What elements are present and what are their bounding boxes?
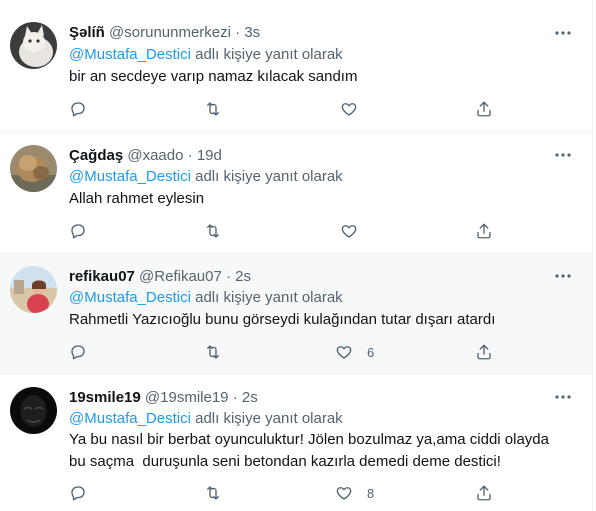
tweet-header: 19smile19 @19smile19 · 2s	[69, 389, 258, 407]
tweet-text: Ya bu nasıl bir berbat oyunculuktur! Jöl…	[69, 431, 554, 470]
tweet-header: Çağdaş @xaado · 19d	[69, 147, 222, 165]
share-button[interactable]	[475, 342, 493, 362]
reply-icon	[71, 224, 85, 239]
retweet-button[interactable]	[204, 342, 222, 362]
tweet-header: refikau07 @Refikau07 · 2s	[69, 268, 251, 286]
reply-context-text: adlı kişiye yanıt olarak	[190, 410, 343, 427]
user-handle[interactable]: @19smile19	[145, 389, 229, 406]
avatar[interactable]	[10, 145, 57, 192]
share-icon	[477, 344, 491, 360]
share-icon	[477, 223, 491, 239]
more-horizontal-icon	[555, 153, 571, 157]
retweet-icon	[207, 486, 219, 500]
retweet-button[interactable]	[204, 483, 222, 503]
reply-button[interactable]	[69, 99, 87, 119]
display-name[interactable]: Çağdaş	[69, 147, 123, 164]
more-horizontal-icon	[555, 274, 571, 278]
tweet-actions: 6	[69, 342, 499, 362]
retweet-icon	[207, 224, 219, 238]
reply-mention-link[interactable]: @Mustafa_Destici	[69, 410, 191, 427]
avatar[interactable]	[10, 387, 57, 434]
more-options-button[interactable]	[554, 267, 572, 285]
separator-dot: ·	[187, 147, 193, 164]
tweet-text: bir an secdeye varıp namaz kılacak sandı…	[69, 68, 358, 85]
timestamp[interactable]: 2s	[242, 389, 258, 406]
reply-button[interactable]	[69, 483, 87, 503]
reply-mention-link[interactable]: @Mustafa_Destici	[69, 289, 191, 306]
more-options-button[interactable]	[554, 146, 572, 164]
share-button[interactable]	[475, 99, 493, 119]
user-handle[interactable]: @xaado	[127, 147, 183, 164]
separator-dot: ·	[235, 24, 241, 41]
tweet[interactable]: Şəlíñ @sorununmerkezi · 3s @Mustafa_Dest…	[0, 0, 592, 132]
reply-mention-link[interactable]: @Mustafa_Destici	[69, 168, 191, 185]
heart-icon	[341, 103, 357, 116]
timestamp[interactable]: 2s	[235, 268, 251, 285]
retweet-button[interactable]	[204, 99, 222, 119]
more-options-button[interactable]	[554, 388, 572, 406]
more-horizontal-icon	[555, 31, 571, 35]
like-button[interactable]	[340, 221, 372, 241]
retweet-button[interactable]	[204, 221, 222, 241]
reply-context: @Mustafa_Destici adlı kişiye yanıt olara…	[69, 168, 343, 186]
reply-context: @Mustafa_Destici adlı kişiye yanıt olara…	[69, 46, 343, 64]
share-icon	[477, 101, 491, 117]
retweet-icon	[207, 102, 219, 116]
tweet-actions	[69, 99, 499, 119]
user-handle[interactable]: @Refikau07	[139, 268, 222, 285]
like-button[interactable]	[340, 99, 372, 119]
timestamp[interactable]: 3s	[244, 24, 260, 41]
reply-context-text: adlı kişiye yanıt olarak	[190, 46, 343, 63]
tweet[interactable]: Çağdaş @xaado · 19d @Mustafa_Destici adl…	[0, 132, 592, 253]
like-button[interactable]: 8	[335, 483, 374, 503]
reply-context: @Mustafa_Destici adlı kişiye yanıt olara…	[69, 410, 343, 428]
tweet-header: Şəlíñ @sorununmerkezi · 3s	[69, 24, 260, 42]
more-horizontal-icon	[555, 395, 571, 399]
reply-feed: Şəlíñ @sorununmerkezi · 3s @Mustafa_Dest…	[0, 0, 593, 511]
display-name[interactable]: Şəlíñ	[69, 24, 105, 41]
tweet[interactable]: refikau07 @Refikau07 · 2s @Mustafa_Desti…	[0, 253, 592, 374]
user-handle[interactable]: @sorununmerkezi	[109, 24, 231, 41]
tweet-actions: 8	[69, 483, 499, 503]
like-count: 8	[367, 485, 375, 501]
heart-icon	[336, 346, 352, 359]
separator-dot: ·	[226, 268, 231, 285]
timestamp[interactable]: 19d	[197, 147, 222, 164]
share-icon	[477, 485, 491, 501]
share-button[interactable]	[475, 483, 493, 503]
display-name[interactable]: 19smile19	[69, 389, 141, 406]
retweet-icon	[207, 345, 219, 359]
reply-icon	[71, 345, 85, 360]
separator-dot: ·	[232, 389, 238, 406]
reply-mention-link[interactable]: @Mustafa_Destici	[69, 46, 191, 63]
reply-button[interactable]	[69, 221, 87, 241]
share-button[interactable]	[475, 221, 493, 241]
reply-icon	[71, 486, 85, 501]
reply-context-text: adlı kişiye yanıt olarak	[190, 289, 343, 306]
display-name[interactable]: refikau07	[69, 268, 135, 285]
tweet-text: Rahmetli Yazıcıoğlu bunu görseydi kulağı…	[69, 311, 496, 328]
reply-icon	[71, 102, 85, 117]
tweet-text: Allah rahmet eylesin	[69, 190, 205, 207]
tweet[interactable]: 19smile19 @19smile19 · 2s @Mustafa_Desti…	[0, 374, 592, 511]
avatar[interactable]	[10, 266, 57, 313]
avatar[interactable]	[10, 22, 57, 69]
tweet-actions	[69, 221, 499, 241]
reply-button[interactable]	[69, 342, 87, 362]
like-count: 6	[367, 344, 375, 360]
heart-icon	[341, 225, 357, 238]
reply-context: @Mustafa_Destici adlı kişiye yanıt olara…	[69, 289, 343, 307]
heart-icon	[336, 487, 352, 500]
more-options-button[interactable]	[554, 24, 572, 42]
reply-context-text: adlı kişiye yanıt olarak	[190, 168, 343, 185]
like-button[interactable]: 6	[335, 342, 374, 362]
